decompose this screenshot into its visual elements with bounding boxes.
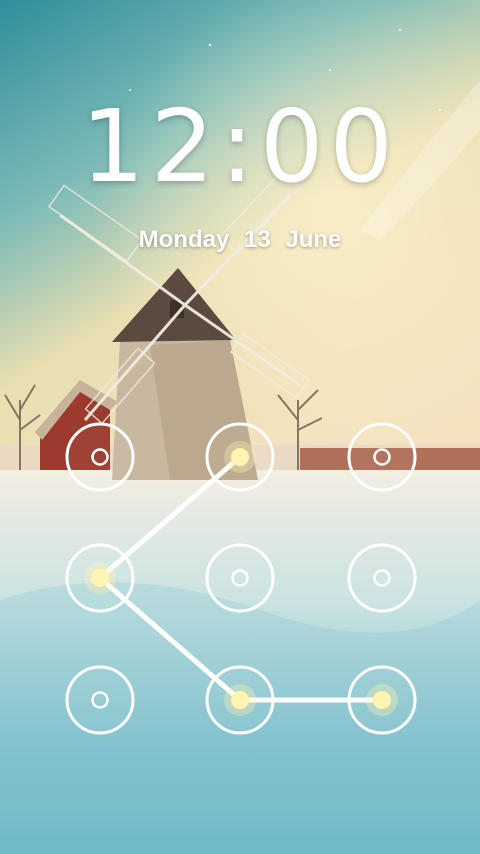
pattern-node-7[interactable] [65, 665, 135, 735]
pattern-node-ring [65, 422, 135, 492]
pattern-node-3[interactable] [347, 422, 417, 492]
pattern-node-9[interactable] [347, 665, 417, 735]
pattern-node-dot-active [91, 569, 109, 587]
pattern-node-dot-active [231, 691, 249, 709]
pattern-node-ring [205, 543, 275, 613]
pattern-node-8[interactable] [205, 665, 275, 735]
pattern-node-ring [347, 543, 417, 613]
pattern-lock-grid[interactable] [0, 0, 480, 854]
pattern-node-ring [347, 422, 417, 492]
pattern-node-dot-active [373, 691, 391, 709]
pattern-node-4[interactable] [65, 543, 135, 613]
pattern-node-5[interactable] [205, 543, 275, 613]
pattern-node-6[interactable] [347, 543, 417, 613]
pattern-node-ring [65, 665, 135, 735]
pattern-node-dot-active [231, 448, 249, 466]
pattern-node-1[interactable] [65, 422, 135, 492]
pattern-node-2[interactable] [205, 422, 275, 492]
